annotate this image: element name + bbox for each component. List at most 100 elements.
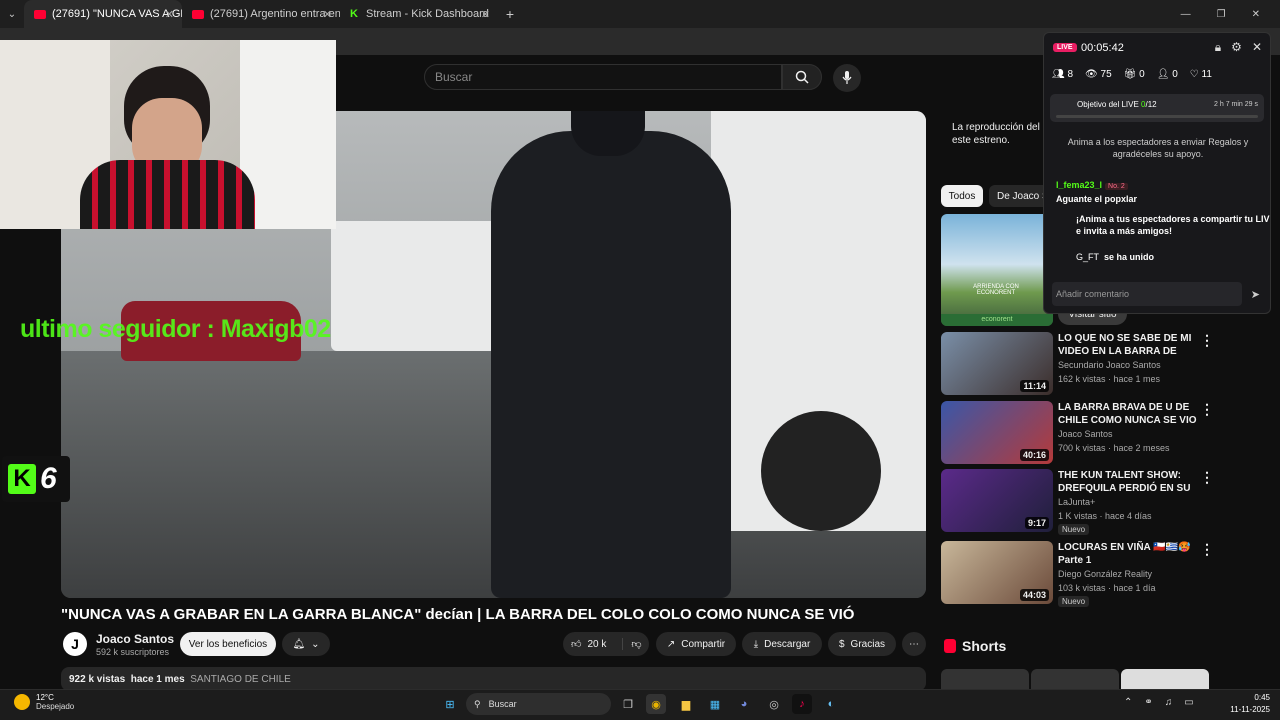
- recommendation-title[interactable]: LO QUE NO SE SABE DE MI VIDEO EN LA BARR…: [1058, 332, 1198, 359]
- channel-avatar[interactable]: J: [63, 632, 87, 656]
- thanks-button[interactable]: $ Gracias: [828, 632, 896, 656]
- minimize-icon[interactable]: —: [1181, 9, 1191, 20]
- dislike-button[interactable]: 👎︎: [622, 638, 642, 650]
- obs-icon[interactable]: ◎: [764, 694, 784, 714]
- search-button[interactable]: [782, 64, 822, 90]
- notifications-button[interactable]: 🔔︎ ⌄: [282, 632, 330, 656]
- store-icon[interactable]: ▦: [705, 694, 725, 714]
- kick-logo-icon: K: [8, 464, 36, 494]
- task-view-icon[interactable]: ❐: [618, 694, 638, 714]
- download-button[interactable]: ⤓ Descargar: [742, 632, 822, 656]
- network-icon[interactable]: ⚭: [1144, 697, 1152, 708]
- more-actions-button[interactable]: ⋯: [902, 632, 926, 656]
- search-input[interactable]: Buscar: [424, 64, 782, 90]
- more-vert-icon[interactable]: ⋮: [1200, 401, 1214, 418]
- lock-icon[interactable]: 🔒︎: [1215, 40, 1221, 55]
- weather-condition: Despejado: [36, 702, 75, 711]
- duration-badge: 9:17: [1024, 517, 1049, 529]
- volume-icon[interactable]: ♫: [1165, 697, 1173, 708]
- live-goal[interactable]: Objetivo del LIVE 0/12 2 h 7 min 29 s: [1050, 94, 1264, 122]
- share-label: Compartir: [681, 638, 726, 650]
- gear-icon[interactable]: ⚙: [1231, 40, 1242, 55]
- discord-icon[interactable]: ◕: [734, 694, 754, 714]
- share-prompt: ¡Anima a tus espectadores a compartir tu…: [1076, 214, 1271, 236]
- tiktok-icon[interactable]: ♪: [792, 694, 812, 714]
- followers-stat: 👥︎ 8: [1052, 69, 1074, 80]
- tab-list-button[interactable]: ⌄: [0, 0, 24, 28]
- recommendation-item[interactable]: 44:03 LOCURAS EN VIÑA 🇨🇱🇺🇾🥵 Parte 1 Dieg…: [941, 541, 1214, 609]
- chrome-icon[interactable]: ◉: [646, 694, 666, 714]
- person-jacket: [491, 131, 731, 598]
- ad-thumbnail[interactable]: ARRIENDA CON ECONORENT econorent: [941, 214, 1053, 326]
- youtube-icon: [34, 9, 46, 19]
- taskbar-search[interactable]: ⚲ Buscar: [466, 693, 611, 715]
- more-vert-icon[interactable]: ⋮: [1200, 332, 1214, 349]
- more-vert-icon[interactable]: ⋮: [1200, 469, 1214, 486]
- rank-badge: No. 2: [1105, 183, 1128, 190]
- recommendation-item[interactable]: 11:14 LO QUE NO SE SABE DE MI VIDEO EN L…: [941, 332, 1214, 396]
- close-icon[interactable]: ✕: [323, 8, 332, 21]
- recommendation-channel[interactable]: LaJunta+: [1058, 497, 1095, 507]
- recommendation-title[interactable]: LOCURAS EN VIÑA 🇨🇱🇺🇾🥵 Parte 1: [1058, 541, 1198, 567]
- goal-progress-bar: [1056, 115, 1258, 118]
- short-thumbnail[interactable]: [1121, 669, 1209, 691]
- recommendation-item[interactable]: 40:16 LA BARRA BRAVA DE U DE CHILE COMO …: [941, 401, 1214, 465]
- video-thumbnail[interactable]: 9:17: [941, 469, 1053, 532]
- recommendation-channel[interactable]: Diego González Reality: [1058, 569, 1152, 579]
- close-icon[interactable]: ✕: [481, 8, 490, 21]
- recommendation-item[interactable]: 9:17 THE KUN TALENT SHOW: DREFQUILA PERD…: [941, 469, 1214, 535]
- ad-text: ARRIENDA CON ECONORENT: [973, 284, 1019, 296]
- chat-username[interactable]: l_fema23_l: [1056, 180, 1102, 190]
- clock[interactable]: 0:45 11-11-2025: [1218, 692, 1270, 716]
- close-window-icon[interactable]: ✕: [1252, 9, 1260, 20]
- voice-search-button[interactable]: [833, 64, 861, 92]
- like-count: 20 k: [587, 638, 607, 650]
- comment-input[interactable]: Añadir comentario: [1052, 282, 1242, 306]
- joined-text: se ha unido: [1104, 252, 1155, 262]
- chip-all[interactable]: Todos: [941, 185, 983, 207]
- chevron-up-icon[interactable]: ⌃: [1124, 697, 1132, 708]
- tab-youtube-2[interactable]: (27691) Argentino entra en la B ✕: [182, 0, 340, 28]
- shorts-icon: [944, 639, 956, 653]
- webcam-overlay: [0, 40, 336, 229]
- description-box[interactable]: 922 k vistas hace 1 mes SANTIAGO DE CHIL…: [61, 667, 926, 691]
- shorts-heading[interactable]: Shorts: [944, 638, 1006, 654]
- joined-user[interactable]: G_FT: [1076, 252, 1099, 262]
- video-thumbnail[interactable]: 40:16: [941, 401, 1053, 464]
- gift-prompt: Anima a los espectadores a enviar Regalo…: [1067, 137, 1249, 159]
- recommendation-channel[interactable]: Joaco Santos: [1058, 429, 1113, 439]
- new-tab-button[interactable]: +: [498, 6, 522, 22]
- tab-label: (27691) "NUNCA VAS A GR: [52, 8, 182, 20]
- recommendation-title[interactable]: LA BARRA BRAVA DE U DE CHILE COMO NUNCA …: [1058, 401, 1198, 428]
- video-thumbnail[interactable]: 11:14: [941, 332, 1053, 395]
- eye-icon: 👁︎: [1085, 69, 1098, 80]
- like-button[interactable]: 👍︎ 20 k 👎︎: [563, 632, 649, 656]
- police-truck: [331, 221, 511, 351]
- live-timer: 00:05:42: [1081, 42, 1124, 54]
- send-icon[interactable]: ➤: [1251, 288, 1260, 301]
- channel-name[interactable]: Joaco Santos: [96, 632, 174, 646]
- short-thumbnail[interactable]: [1031, 669, 1119, 691]
- tab-kick-dashboard[interactable]: K Stream - Kick Dashboard ✕: [340, 0, 498, 28]
- recommendation-channel[interactable]: Secundario Joaco Santos: [1058, 360, 1161, 370]
- gift-icon: 🎁︎: [1123, 69, 1137, 80]
- chat-text: Aguante el popxlar: [1056, 194, 1138, 204]
- video-thumbnail[interactable]: 44:03: [941, 541, 1053, 604]
- windows-start-icon[interactable]: ⊞: [440, 694, 460, 714]
- subscriber-count: 592 k suscriptores: [96, 647, 170, 657]
- battery-icon[interactable]: ▭: [1184, 697, 1193, 708]
- close-icon[interactable]: ✕: [165, 8, 174, 21]
- steam-icon[interactable]: ◐: [821, 694, 841, 714]
- weather-widget[interactable]: 12°C Despejado: [14, 693, 74, 711]
- recommendation-title[interactable]: THE KUN TALENT SHOW: DREFQUILA PERDIÓ EN…: [1058, 469, 1198, 496]
- share-button[interactable]: ↗ Compartir: [656, 632, 736, 656]
- kick-live-panel: LIVE 00:05:42 🔒︎ ⚙ ✕ 👥︎ 8 👁︎ 75 🎁︎ 0 👤︎ …: [1043, 32, 1271, 314]
- tab-youtube-1[interactable]: (27691) "NUNCA VAS A GR ✕: [24, 0, 182, 28]
- maximize-icon[interactable]: ❐: [1217, 9, 1226, 20]
- file-explorer-icon[interactable]: ▆: [676, 694, 696, 714]
- kick-counter-badge: K 6: [2, 456, 70, 502]
- close-icon[interactable]: ✕: [1252, 40, 1262, 55]
- short-thumbnail[interactable]: [941, 669, 1029, 691]
- more-vert-icon[interactable]: ⋮: [1200, 541, 1214, 558]
- benefits-button[interactable]: Ver los beneficios: [180, 632, 276, 656]
